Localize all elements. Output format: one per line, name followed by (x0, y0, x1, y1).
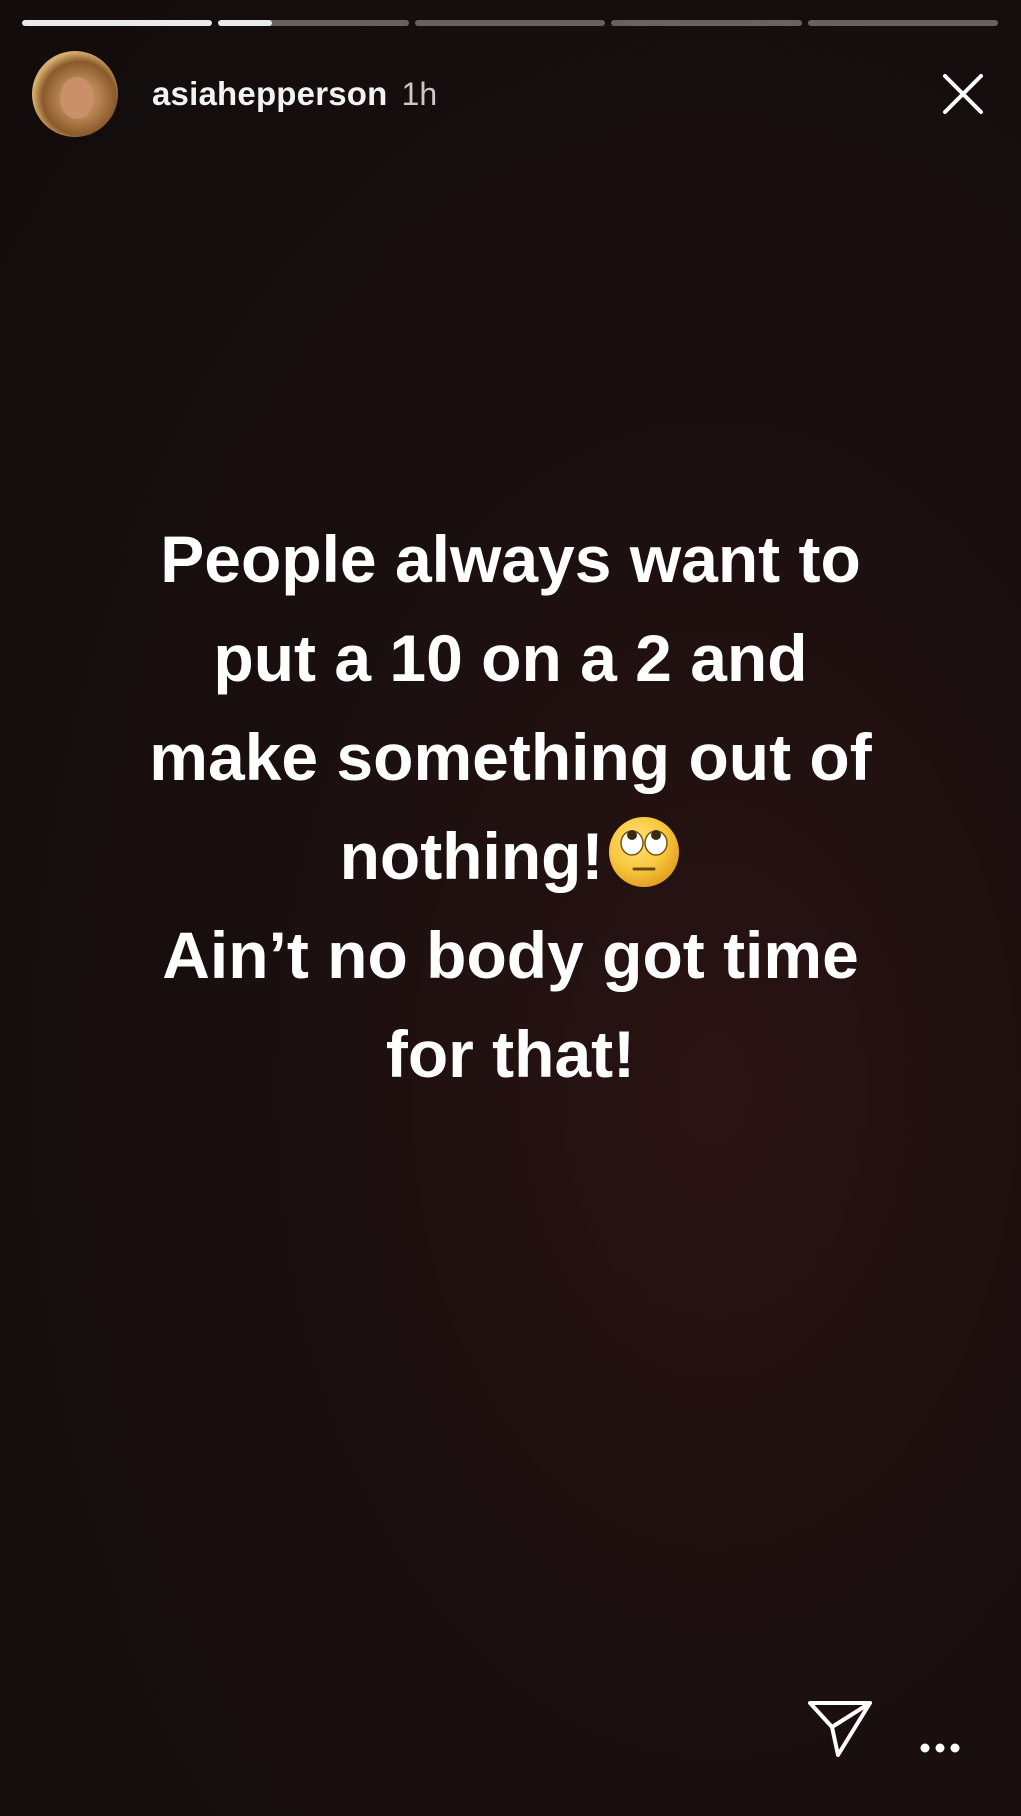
more-options-button[interactable] (918, 1740, 962, 1754)
story-text-line: People always want to (160, 522, 861, 596)
story-text-line: Ain’t no body got time (162, 918, 859, 992)
story-text-line-with-emoji: nothing! (40, 807, 981, 906)
story-text-line: nothing! (339, 819, 604, 893)
story-text: People always want to put a 10 on a 2 an… (40, 510, 981, 1104)
timestamp: 1h (401, 75, 438, 112)
face-with-rolling-eyes-icon (609, 817, 680, 887)
story-text-line: make something out of (149, 720, 872, 794)
close-button[interactable] (937, 68, 989, 120)
avatar[interactable] (32, 51, 118, 137)
progress-segment-3 (414, 20, 606, 26)
story-header: asiahepperson 1h (32, 50, 997, 138)
send-button[interactable] (806, 1697, 876, 1759)
story-progress-bar (22, 20, 999, 26)
progress-segment-4 (611, 20, 802, 26)
story-text-line: for that! (385, 1017, 636, 1091)
paper-plane-icon (808, 1701, 872, 1757)
progress-fill-2 (218, 20, 272, 26)
username[interactable]: asiahepperson (152, 75, 388, 113)
story-viewer[interactable]: asiahepperson 1h People always want to p… (0, 0, 1021, 1816)
close-icon (943, 74, 983, 114)
story-text-line: put a 10 on a 2 and (213, 621, 808, 695)
progress-fill-1 (22, 20, 213, 26)
more-dots-icon (920, 1743, 960, 1753)
progress-segment-1 (22, 20, 213, 26)
progress-segment-2 (218, 20, 409, 26)
progress-segment-5 (807, 20, 999, 26)
